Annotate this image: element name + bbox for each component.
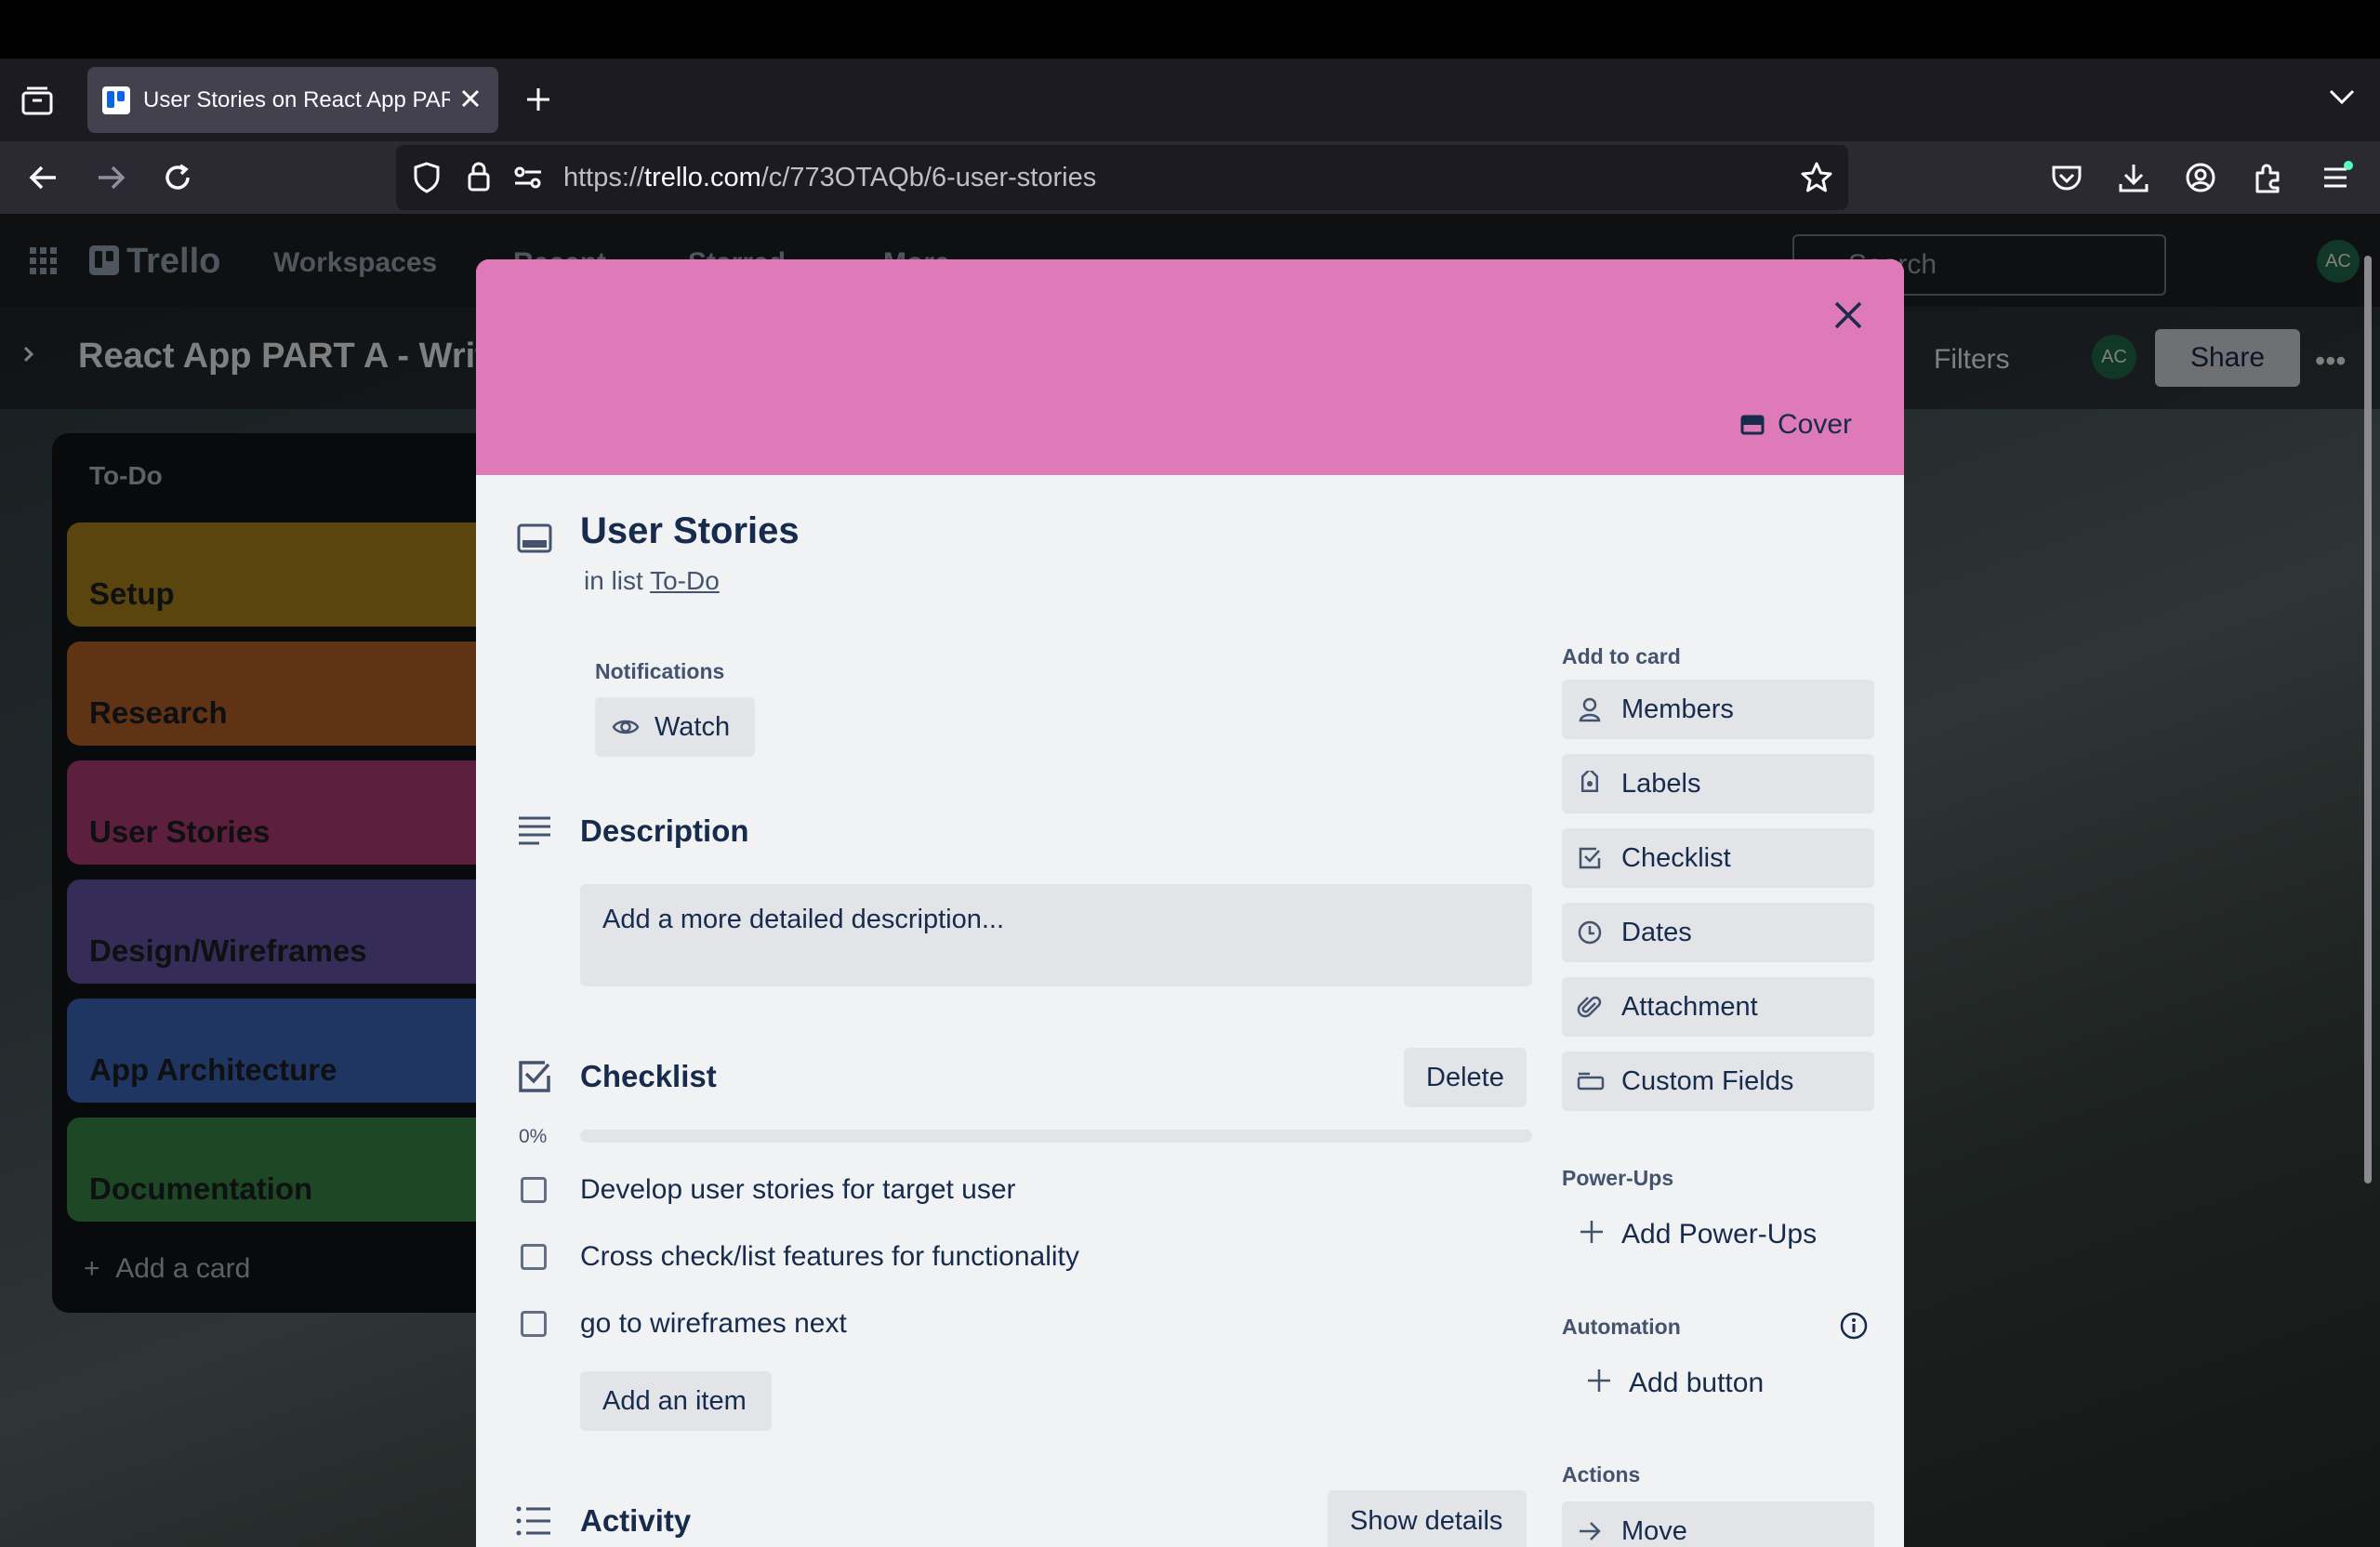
tab-overview-icon[interactable]: [20, 86, 54, 115]
checklist-progress-percent: 0%: [519, 1126, 548, 1147]
label-tag-icon: [1577, 771, 1603, 797]
checklist-item[interactable]: go to wireframes next: [580, 1308, 847, 1340]
forward-icon[interactable]: [95, 162, 126, 193]
checklist-heading[interactable]: Checklist: [580, 1059, 717, 1094]
plus-icon: [1586, 1368, 1612, 1394]
checklist-delete-button[interactable]: Delete: [1404, 1048, 1527, 1107]
cover-label: Cover: [1778, 409, 1853, 440]
app-menu-icon[interactable]: [2320, 160, 2354, 193]
account-icon[interactable]: [2185, 162, 2216, 193]
add-automation-button[interactable]: Add button: [1569, 1355, 1874, 1410]
card-cover: [476, 259, 1904, 475]
checklist-checkbox[interactable]: [521, 1244, 547, 1270]
paperclip-icon: [1577, 994, 1603, 1020]
tab-close-icon[interactable]: [459, 87, 482, 110]
permissions-icon[interactable]: [513, 165, 543, 190]
in-list-text: in list To-Do: [584, 566, 720, 595]
list-tabs-icon[interactable]: [2328, 87, 2356, 106]
checklist-item[interactable]: Cross check/list features for functional…: [580, 1241, 1079, 1273]
move-button[interactable]: Move: [1562, 1501, 1874, 1547]
watch-button[interactable]: Watch: [595, 697, 755, 757]
scrollbar[interactable]: [2364, 256, 2372, 1183]
description-heading: Description: [580, 813, 749, 848]
notifications-heading: Notifications: [595, 659, 725, 683]
arrow-right-icon: [1577, 1518, 1603, 1544]
checklist-progress-bar: [580, 1130, 1532, 1143]
description-editor[interactable]: Add a more detailed description...: [580, 884, 1532, 986]
dates-button[interactable]: Dates: [1562, 903, 1874, 962]
checklist-item[interactable]: Develop user stories for target user: [580, 1174, 1016, 1206]
checklist-button[interactable]: Checklist: [1562, 828, 1874, 888]
checklist-checkbox[interactable]: [521, 1311, 547, 1337]
power-ups-heading: Power-Ups: [1562, 1166, 1674, 1190]
activity-icon: [515, 1505, 552, 1537]
watch-label: Watch: [654, 712, 731, 742]
custom-fields-button[interactable]: Custom Fields: [1562, 1051, 1874, 1111]
downloads-icon[interactable]: [2118, 162, 2149, 193]
add-power-ups-button[interactable]: Add Power-Ups: [1562, 1206, 1874, 1262]
url-text: https://trello.com/c/773OTAQb/6-user-sto…: [563, 163, 1097, 192]
cover-button[interactable]: Cover: [1740, 399, 1852, 451]
extensions-icon[interactable]: [2254, 162, 2283, 193]
card-detail-modal: Cover User Stories in list To-Do Notific…: [476, 259, 1904, 1547]
automation-heading: Automation: [1562, 1315, 1681, 1339]
card-title[interactable]: User Stories: [580, 510, 800, 552]
actions-heading: Actions: [1562, 1462, 1641, 1487]
checklist-checkbox[interactable]: [521, 1177, 547, 1203]
add-item-button[interactable]: Add an item: [580, 1371, 772, 1431]
card-icon: [517, 523, 552, 553]
new-tab-icon[interactable]: [524, 86, 552, 113]
trello-favicon-icon: [102, 86, 130, 114]
close-icon[interactable]: [1822, 289, 1874, 341]
bookmark-star-icon[interactable]: [1800, 161, 1833, 194]
description-icon: [517, 815, 552, 845]
reload-icon[interactable]: [162, 162, 193, 193]
cover-icon: [1740, 415, 1765, 435]
custom-fields-icon: [1577, 1068, 1605, 1094]
activity-heading: Activity: [580, 1503, 692, 1538]
os-top-bar: [0, 0, 2380, 59]
add-to-card-heading: Add to card: [1562, 644, 1681, 668]
back-icon[interactable]: [28, 162, 60, 193]
checklist-icon: [517, 1059, 552, 1094]
attachment-button[interactable]: Attachment: [1562, 977, 1874, 1037]
info-icon[interactable]: [1839, 1311, 1869, 1341]
browser-tab[interactable]: User Stories on React App PART A: [87, 67, 498, 133]
description-placeholder: Add a more detailed description...: [602, 905, 1005, 934]
eye-icon: [612, 716, 640, 738]
lock-icon[interactable]: [467, 161, 491, 192]
labels-button[interactable]: Labels: [1562, 754, 1874, 813]
shield-icon[interactable]: [413, 162, 441, 193]
person-icon: [1577, 696, 1603, 722]
checkbox-icon: [1577, 845, 1603, 871]
pocket-icon[interactable]: [2051, 164, 2082, 193]
tab-title: User Stories on React App PART A: [143, 87, 450, 112]
members-button[interactable]: Members: [1562, 680, 1874, 739]
list-link[interactable]: To-Do: [650, 566, 720, 595]
clock-icon: [1577, 919, 1603, 945]
url-bar[interactable]: https://trello.com/c/773OTAQb/6-user-sto…: [396, 145, 1848, 210]
plus-icon: [1579, 1219, 1605, 1245]
show-details-button[interactable]: Show details: [1328, 1490, 1527, 1547]
